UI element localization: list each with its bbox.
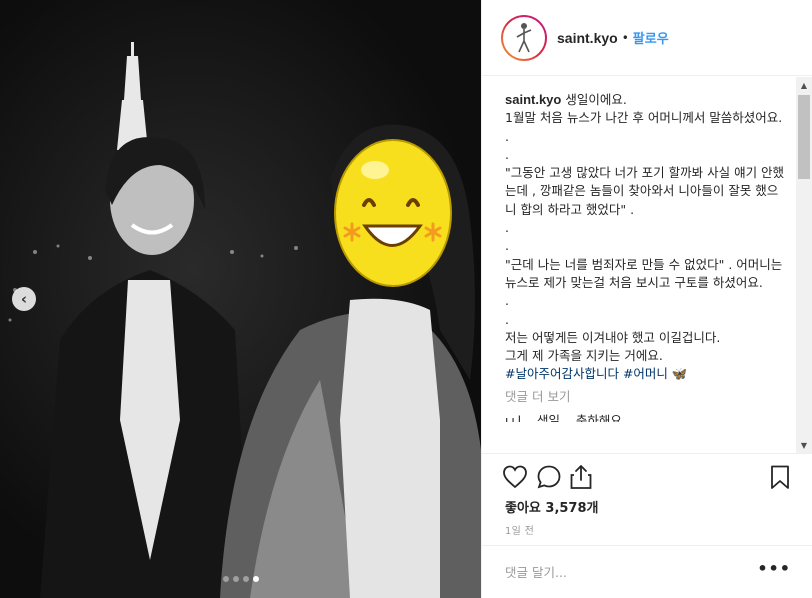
comment-input[interactable] [505, 561, 755, 583]
post-side-panel: saint.kyo • 팔로우 saint.kyo 생일이에요. 1월말 처음 … [481, 0, 812, 598]
scroll-up-arrow-icon[interactable]: ▲ [796, 77, 812, 93]
caption-username[interactable]: saint.kyo [505, 92, 561, 107]
add-comment-section: ••• [482, 545, 812, 598]
caption-line: 1월말 처음 뉴스가 나간 후 어머니께서 말씀하셨어요. [505, 110, 783, 126]
scrollbar-thumb[interactable] [798, 95, 810, 179]
caption-line: 저는 어떻게든 이겨내야 했고 이길겁니다. [505, 329, 721, 345]
header-username[interactable]: saint.kyo [557, 30, 618, 46]
caption-line: . [505, 128, 509, 144]
post-photo[interactable]: ‹ [0, 0, 481, 598]
carousel-prev-button[interactable]: ‹ [12, 287, 36, 311]
scroll-down-arrow-icon[interactable]: ▼ [796, 437, 812, 453]
caption-hashtags[interactable]: #날아주어감사합니다 #어머니 🦋 [505, 365, 785, 383]
photo-scene [8, 42, 481, 598]
caption-text: 생일이에요. [561, 92, 627, 107]
carousel-dot-active [252, 576, 259, 582]
caption-line: "근데 나는 너를 범죄자로 만들 수 없었다" . 어머니는 뉴스로 제가 맞… [505, 256, 787, 290]
carousel-indicator [0, 576, 481, 582]
header-separator: • [621, 30, 629, 45]
comments-list[interactable]: saint.kyo 생일이에요. 1월말 처음 뉴스가 나간 후 어머니께서 말… [482, 77, 812, 453]
instagram-post: ‹ saint.kyo • 팔로우 saint.kyo 생일이에요. 1월말 처… [0, 0, 812, 598]
carousel-dot [242, 576, 249, 582]
caption-line: . [505, 311, 509, 327]
caption-line: . [505, 220, 509, 236]
post-actions-bar [482, 453, 812, 499]
avatar-story-ring[interactable] [501, 14, 547, 61]
caption-line: . [505, 146, 509, 162]
caption-line: "그동안 고생 많았다 너가 포기 할까봐 사실 얘기 안했는데 , 깡패같은 … [505, 165, 785, 217]
chevron-left-icon: ‹ [20, 290, 28, 308]
carousel-dot [222, 576, 229, 582]
post-header: saint.kyo • 팔로우 [482, 0, 812, 76]
comments-scrollbar[interactable]: ▲ ▼ [796, 77, 812, 453]
share-icon[interactable] [568, 464, 594, 490]
carousel-dot [232, 576, 239, 582]
bookmark-icon[interactable] [767, 464, 793, 490]
caption-line: . [505, 293, 509, 309]
avatar[interactable] [503, 16, 545, 59]
comment-icon[interactable] [536, 464, 562, 490]
more-options-button[interactable]: ••• [757, 559, 791, 578]
likes-count[interactable]: 좋아요 3,578개 [505, 497, 599, 516]
heart-icon[interactable] [502, 464, 528, 490]
comment-item: ʟʟl... 생일... 축하해요 [505, 413, 622, 423]
caption-first-line: saint.kyo 생일이에요. [505, 91, 785, 109]
view-more-comments-link[interactable]: 댓글 더 보기 [505, 388, 785, 406]
post-timestamp[interactable]: 1일 전 [505, 522, 534, 537]
caption-line: 그게 제 가족을 지키는 거에요. [505, 348, 663, 364]
follow-button[interactable]: 팔로우 [633, 28, 669, 47]
avatar-figure-icon [516, 22, 532, 52]
caption-line: . [505, 238, 509, 254]
